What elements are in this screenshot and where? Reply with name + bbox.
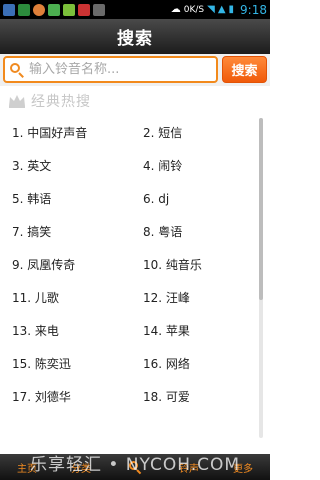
- hot-search-item[interactable]: 10. 纯音乐: [131, 248, 262, 281]
- app-notification-icon: [3, 3, 15, 16]
- search-icon: [128, 460, 142, 475]
- bottom-tab-bar: 主页 分类 铃声 更多: [0, 454, 270, 480]
- hot-search-item[interactable]: 9. 凤凰传奇: [0, 248, 131, 281]
- cloud-icon: ☁: [170, 4, 181, 15]
- section-title: 经典热搜: [31, 94, 91, 110]
- hot-search-item[interactable]: 15. 陈奕迅: [0, 347, 131, 380]
- hot-search-item[interactable]: 14. 苹果: [131, 314, 262, 347]
- list-row: 1. 中国好声音 2. 短信: [0, 116, 262, 149]
- list-row: 13. 来电 14. 苹果: [0, 314, 262, 347]
- list-row: 11. 儿歌 12. 汪峰: [0, 281, 262, 314]
- hot-search-item[interactable]: 2. 短信: [131, 116, 262, 149]
- battery-app-icon: [63, 3, 75, 16]
- tab-more[interactable]: 更多: [216, 454, 270, 480]
- list-row: 3. 英文 4. 闹铃: [0, 149, 262, 182]
- hot-search-item[interactable]: 17. 刘德华: [0, 380, 131, 413]
- tab-category[interactable]: 分类: [54, 454, 108, 480]
- hot-search-item[interactable]: 11. 儿歌: [0, 281, 131, 314]
- mail-icon: [78, 3, 90, 16]
- tab-home[interactable]: 主页: [0, 454, 54, 480]
- shield-icon: [93, 3, 105, 16]
- network-speed: 0K/S: [183, 4, 205, 15]
- list-row: 9. 凤凰传奇 10. 纯音乐: [0, 248, 262, 281]
- search-input[interactable]: [29, 62, 214, 77]
- green-app-icon: [48, 3, 60, 16]
- hot-search-item[interactable]: 8. 粤语: [131, 215, 262, 248]
- hot-search-item[interactable]: 3. 英文: [0, 149, 131, 182]
- crown-icon: [9, 95, 25, 108]
- title-bar: 搜索: [0, 19, 270, 54]
- list-row: 5. 韩语 6. dj: [0, 182, 262, 215]
- gallery-notification-icon: [18, 3, 30, 16]
- wifi-icon: ◥: [207, 4, 215, 15]
- signal-icon: ▲: [217, 4, 226, 15]
- list-row: 15. 陈奕迅 16. 网络: [0, 347, 262, 380]
- list-row: 17. 刘德华 18. 可爱: [0, 380, 262, 413]
- hot-search-item[interactable]: 4. 闹铃: [131, 149, 262, 182]
- tab-ringtones[interactable]: 铃声: [162, 454, 216, 480]
- hot-search-item[interactable]: 6. dj: [131, 182, 262, 215]
- tab-search[interactable]: [108, 454, 162, 480]
- search-row: 搜索: [0, 54, 270, 86]
- orange-app-icon: [33, 3, 45, 16]
- hot-search-list: 1. 中国好声音 2. 短信 3. 英文 4. 闹铃 5. 韩语 6. dj 7…: [0, 116, 262, 454]
- hot-search-item[interactable]: 1. 中国好声音: [0, 116, 131, 149]
- hot-search-item[interactable]: 5. 韩语: [0, 182, 131, 215]
- hot-search-item[interactable]: 12. 汪峰: [131, 281, 262, 314]
- hot-search-item[interactable]: 18. 可爱: [131, 380, 262, 413]
- hot-search-item[interactable]: 16. 网络: [131, 347, 262, 380]
- status-time: 9:18: [240, 2, 267, 17]
- hot-search-item[interactable]: 7. 搞笑: [0, 215, 131, 248]
- battery-icon: ▮: [228, 4, 235, 15]
- list-row: 7. 搞笑 8. 粤语: [0, 215, 262, 248]
- hot-search-header: 经典热搜: [0, 86, 270, 116]
- search-button[interactable]: 搜索: [222, 56, 267, 83]
- hot-search-item[interactable]: 13. 来电: [0, 314, 131, 347]
- scrollbar-thumb[interactable]: [259, 118, 263, 300]
- page-title: 搜索: [117, 29, 153, 49]
- status-bar: ☁ 0K/S ◥ ▲ ▮ 9:18: [0, 0, 270, 19]
- search-icon: [9, 62, 25, 78]
- search-box[interactable]: [3, 56, 218, 83]
- scrollbar[interactable]: [259, 118, 263, 438]
